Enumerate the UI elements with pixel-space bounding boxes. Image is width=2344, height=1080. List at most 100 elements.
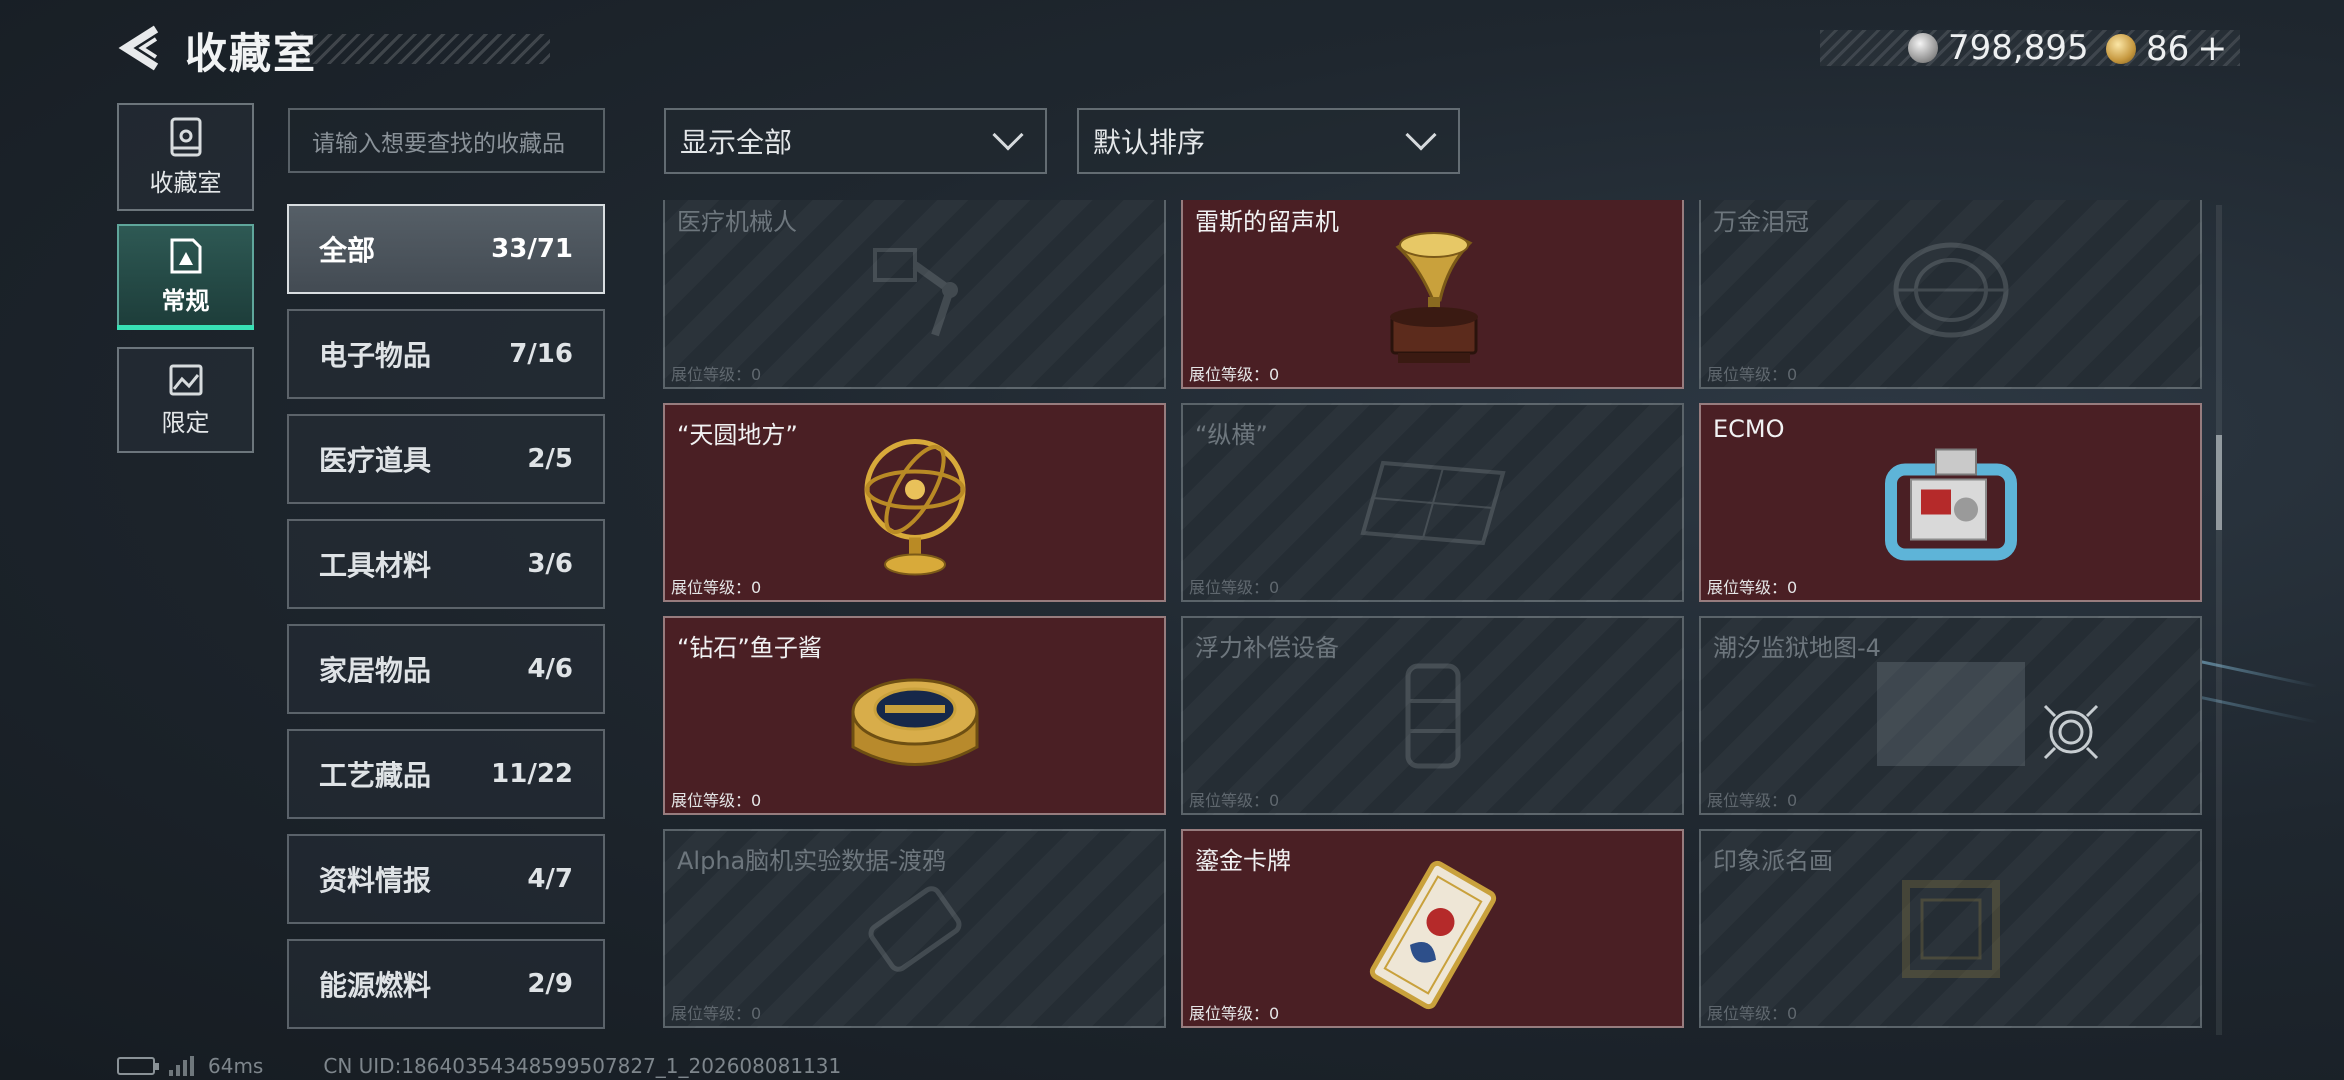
collection-card[interactable]: 印象派名画 展位等级：0 — [1699, 829, 2202, 1028]
card-name: Alpha脑机实验数据-渡鸦 — [677, 847, 946, 875]
regular-icon — [170, 238, 201, 273]
battery-icon — [117, 1057, 159, 1075]
rail-regular[interactable]: 常规 — [117, 224, 254, 328]
booth-level: 展位等级：0 — [1189, 365, 1280, 384]
category-all[interactable]: 全部 33/71 — [287, 204, 605, 294]
map-icon — [1877, 662, 2025, 766]
rail-collection-room[interactable]: 收藏室 — [117, 103, 254, 211]
gold-coin-icon — [2106, 33, 2136, 64]
show-filter-dropdown[interactable]: 显示全部 — [664, 108, 1047, 174]
collection-card[interactable]: 鎏金卡牌 展位等级：0 — [1181, 829, 1684, 1028]
collection-grid[interactable]: 医疗机械人 展位等级：0 雷斯的留声机 展位等级：0 万金泪冠 展位等级：0 “… — [660, 200, 2212, 1032]
sort-dropdown[interactable]: 默认排序 — [1077, 108, 1460, 174]
header: 收藏室 798,895 86 + — [0, 0, 2344, 100]
category-count: 11/22 — [491, 759, 573, 789]
category-intel[interactable]: 资料情报 4/7 — [287, 834, 605, 924]
diving-gear-icon — [1405, 663, 1460, 768]
card-name: 浮力补偿设备 — [1195, 634, 1339, 662]
rail-active-indicator — [117, 325, 254, 330]
category-count: 2/9 — [527, 969, 573, 999]
chessboard-icon — [1359, 460, 1506, 545]
booth-level: 展位等级：0 — [1189, 791, 1280, 810]
category-name: 工具材料 — [319, 549, 432, 582]
booth-level: 展位等级：0 — [1189, 578, 1280, 597]
chevron-down-icon — [992, 119, 1024, 151]
category-count: 3/6 — [527, 549, 573, 579]
collection-card[interactable]: 医疗机械人 展位等级：0 — [663, 200, 1166, 389]
gold-currency[interactable]: 86 + — [2106, 28, 2227, 69]
booth-level: 展位等级：0 — [671, 578, 762, 597]
rail-label: 限定 — [161, 408, 210, 437]
collection-card[interactable]: “纵横” 展位等级：0 — [1181, 403, 1684, 602]
booth-level: 展位等级：0 — [671, 1004, 762, 1023]
uid-text: CN UID:18640354348599507827_1_2026080811… — [323, 1054, 842, 1078]
add-currency-button[interactable]: + — [2197, 28, 2227, 69]
booth-level: 展位等级：0 — [1707, 791, 1798, 810]
gold-amount: 86 — [2146, 28, 2190, 69]
collection-card[interactable]: 潮汐监狱地图-4 展位等级：0 — [1699, 616, 2202, 815]
robot-arm-icon — [872, 247, 958, 336]
collection-card[interactable]: ECMO 展位等级：0 — [1699, 403, 2202, 602]
booth-level: 展位等级：0 — [1707, 365, 1798, 384]
collection-card[interactable]: 万金泪冠 展位等级：0 — [1699, 200, 2202, 389]
rail-label: 收藏室 — [149, 168, 222, 197]
category-name: 能源燃料 — [319, 969, 432, 1002]
collection-card[interactable]: “钻石”鱼子酱 展位等级：0 — [663, 616, 1166, 815]
booth-level: 展位等级：0 — [671, 791, 762, 810]
category-count: 7/16 — [509, 339, 573, 369]
category-medical[interactable]: 医疗道具 2/5 — [287, 414, 605, 504]
category-tools[interactable]: 工具材料 3/6 — [287, 519, 605, 609]
category-energy[interactable]: 能源燃料 2/9 — [287, 939, 605, 1029]
category-name: 资料情报 — [319, 864, 432, 897]
card-name: 印象派名画 — [1713, 847, 1833, 875]
silver-currency: 798,895 — [1908, 28, 2089, 68]
collection-room-icon — [170, 117, 201, 156]
ecmo-machine-icon — [1884, 448, 2017, 560]
chevron-down-icon — [1405, 119, 1437, 151]
painting-icon — [1901, 879, 2000, 978]
rail-limited[interactable]: 限定 — [117, 347, 254, 453]
silver-coin-icon — [1908, 33, 1938, 63]
collection-card[interactable]: 雷斯的留声机 展位等级：0 — [1181, 200, 1684, 389]
card-name: 万金泪冠 — [1713, 208, 1809, 236]
page-title: 收藏室 — [185, 29, 318, 78]
category-name: 医疗道具 — [319, 444, 432, 477]
gilded-card-icon — [1369, 860, 1496, 1009]
category-name: 全部 — [319, 234, 376, 267]
card-name: 雷斯的留声机 — [1195, 208, 1339, 236]
category-household[interactable]: 家居物品 4/6 — [287, 624, 605, 714]
sort-value: 默认排序 — [1093, 126, 1206, 159]
category-name: 家居物品 — [319, 654, 432, 687]
category-electronics[interactable]: 电子物品 7/16 — [287, 309, 605, 399]
booth-level: 展位等级：0 — [1707, 1004, 1798, 1023]
card-name: “天圆地方” — [677, 421, 798, 449]
latency-text: 64ms — [208, 1054, 264, 1078]
booth-level: 展位等级：0 — [1189, 1004, 1280, 1023]
collection-card[interactable]: Alpha脑机实验数据-渡鸦 展位等级：0 — [663, 829, 1166, 1028]
category-count: 4/6 — [527, 654, 573, 684]
caviar-tin-icon — [851, 678, 978, 766]
show-filter-value: 显示全部 — [680, 126, 793, 159]
grid-scrollbar[interactable] — [2216, 205, 2222, 1035]
back-arrow-icon[interactable] — [118, 25, 162, 71]
category-crafts[interactable]: 工艺藏品 11/22 — [287, 729, 605, 819]
crown-icon — [1893, 242, 2008, 337]
silver-amount: 798,895 — [1948, 28, 2089, 68]
category-count: 2/5 — [527, 444, 573, 474]
card-name: “纵横” — [1195, 421, 1268, 449]
grid-scroll-thumb[interactable] — [2216, 435, 2222, 530]
booth-level: 展位等级：0 — [671, 365, 762, 384]
booth-level: 展位等级：0 — [1707, 578, 1798, 597]
status-footer: 64ms CN UID:18640354348599507827_1_20260… — [117, 1054, 841, 1078]
collection-card[interactable]: 浮力补偿设备 展位等级：0 — [1181, 616, 1684, 815]
card-name: 鎏金卡牌 — [1195, 847, 1291, 875]
armillary-sphere-icon — [864, 438, 965, 575]
category-name: 工艺藏品 — [319, 759, 432, 792]
limited-icon — [169, 364, 202, 395]
card-name: 潮汐监狱地图-4 — [1713, 634, 1881, 662]
gramophone-icon — [1389, 231, 1478, 363]
search-input[interactable]: 请输入想要查找的收藏品 — [288, 108, 605, 173]
card-name: 医疗机械人 — [677, 208, 797, 236]
collection-card[interactable]: “天圆地方” 展位等级：0 — [663, 403, 1166, 602]
data-drive-icon — [868, 885, 961, 972]
